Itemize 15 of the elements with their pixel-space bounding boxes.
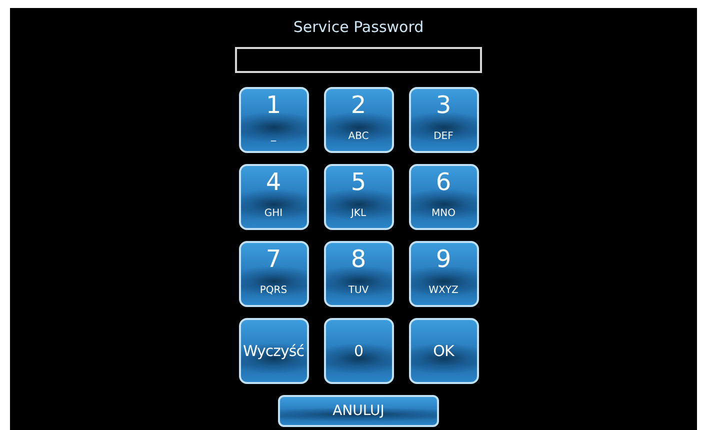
dialog-title: Service Password [293, 18, 424, 38]
key-button[interactable]: OK [408, 318, 478, 384]
key-button[interactable]: 1 _ [238, 87, 308, 153]
key-button[interactable]: 7 PQRS [238, 241, 308, 307]
key-button[interactable]: 8 TUV [324, 241, 394, 307]
key-button[interactable]: Wyczyść [238, 318, 308, 384]
password-field[interactable] [235, 47, 482, 73]
key-button[interactable]: 6 MNO [408, 164, 478, 230]
key-button[interactable]: 4 GHI [238, 164, 308, 230]
key-button[interactable]: 3 DEF [408, 87, 478, 153]
key-button[interactable]: 0 [324, 318, 394, 384]
cancel-button[interactable]: ANULUJ [278, 395, 439, 427]
key-button[interactable]: 9 WXYZ [408, 241, 478, 307]
key-button[interactable]: 5 JKL [324, 164, 394, 230]
key-button[interactable]: 2 ABC [324, 87, 394, 153]
